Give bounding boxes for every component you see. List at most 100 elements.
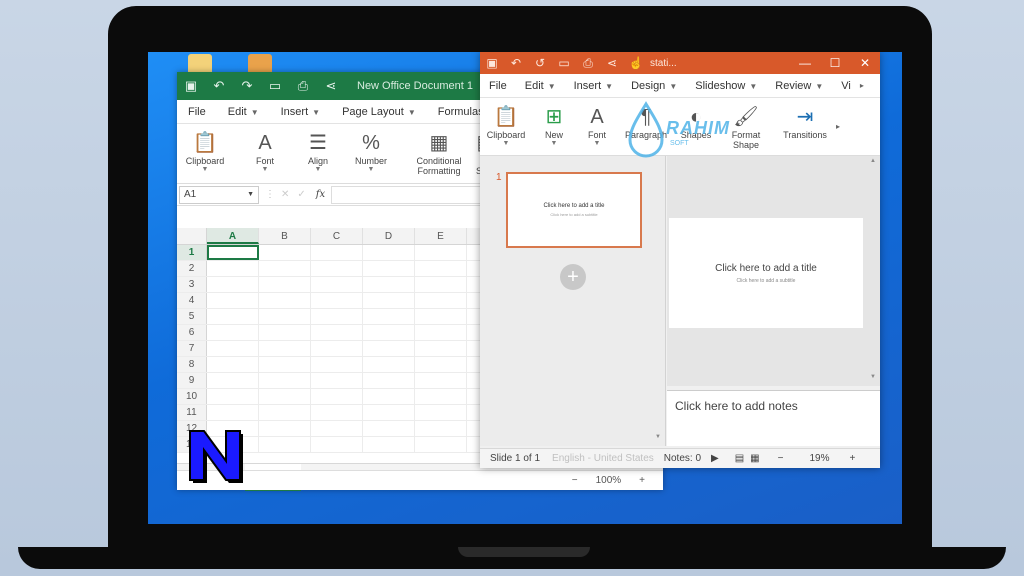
cancel-icon[interactable]: ✕ <box>281 189 289 200</box>
number-button[interactable]: % Number ▼ <box>346 130 396 173</box>
save-icon[interactable]: ▣ <box>480 52 504 74</box>
grid-cell[interactable] <box>415 277 467 292</box>
grid-cell[interactable] <box>415 357 467 372</box>
grid-cell[interactable] <box>259 309 311 324</box>
grid-cell[interactable] <box>363 277 415 292</box>
slide-title-placeholder[interactable]: Click here to add a title <box>715 263 817 274</box>
print-icon[interactable]: ⎙ <box>576 52 600 74</box>
row-header[interactable]: 1 <box>177 245 207 260</box>
grid-cell[interactable] <box>363 421 415 436</box>
menu-insert[interactable]: Insert ▼ <box>565 80 622 92</box>
grid-cell[interactable] <box>415 293 467 308</box>
grid-cell[interactable] <box>415 437 467 452</box>
menu-file[interactable]: File <box>177 106 217 118</box>
grid-cell[interactable] <box>363 341 415 356</box>
scroll-down-icon[interactable]: ▼ <box>870 374 878 380</box>
maximize-button[interactable]: ☐ <box>820 56 850 70</box>
grid-cell[interactable] <box>207 277 259 292</box>
grid-cell[interactable] <box>415 245 467 260</box>
ribbon-scroll-right-icon[interactable]: ▸ <box>836 122 840 131</box>
row-header[interactable]: 7 <box>177 341 207 356</box>
slide-canvas[interactable]: Click here to add a title Click here to … <box>669 218 863 328</box>
new-document-icon[interactable]: ▭ <box>261 72 289 100</box>
close-button[interactable]: ✕ <box>850 56 880 70</box>
pointer-icon[interactable]: ☝ <box>624 52 648 74</box>
grid-cell[interactable] <box>363 293 415 308</box>
menu-page-layout[interactable]: Page Layout ▼ <box>331 106 427 118</box>
grid-cell[interactable] <box>311 341 363 356</box>
grid-cell[interactable] <box>363 405 415 420</box>
grid-cell[interactable] <box>363 373 415 388</box>
new-document-icon[interactable]: ▭ <box>552 52 576 74</box>
grid-cell[interactable] <box>207 405 259 420</box>
undo-icon[interactable]: ↶ <box>205 72 233 100</box>
menu-edit[interactable]: Edit ▼ <box>516 80 565 92</box>
menu-edit[interactable]: Edit ▼ <box>217 106 270 118</box>
grid-cell[interactable] <box>311 293 363 308</box>
minimize-button[interactable]: — <box>790 56 820 70</box>
grid-cell[interactable] <box>415 405 467 420</box>
scroll-up-icon[interactable]: ▲ <box>870 158 878 164</box>
row-header[interactable]: 11 <box>177 405 207 420</box>
redo-icon[interactable]: ↷ <box>233 72 261 100</box>
clipboard-button[interactable]: 📋 Clipboard ▼ <box>486 104 526 147</box>
slide-subtitle-placeholder[interactable]: Click here to add a subtitle <box>737 278 796 284</box>
grid-cell[interactable] <box>311 389 363 404</box>
grid-cell[interactable] <box>311 245 363 260</box>
undo-icon[interactable]: ↶ <box>504 52 528 74</box>
menu-design[interactable]: Design ▼ <box>622 80 686 92</box>
grid-cell[interactable] <box>415 389 467 404</box>
fx-icon[interactable]: fx <box>316 189 325 200</box>
row-header[interactable]: 3 <box>177 277 207 292</box>
menu-view[interactable]: Vi <box>832 80 860 92</box>
grid-cell[interactable] <box>311 309 363 324</box>
grid-cell[interactable] <box>259 261 311 276</box>
grid-cell[interactable] <box>259 325 311 340</box>
row-header[interactable]: 2 <box>177 261 207 276</box>
align-button[interactable]: ☰ Align ▼ <box>294 130 342 173</box>
zoom-out-button[interactable]: − <box>572 475 578 486</box>
font-button[interactable]: A Font ▼ <box>241 130 289 173</box>
grid-cell[interactable] <box>311 325 363 340</box>
grid-cell[interactable] <box>415 309 467 324</box>
grid-cell[interactable] <box>363 389 415 404</box>
row-header[interactable]: 9 <box>177 373 207 388</box>
grid-cell[interactable] <box>311 421 363 436</box>
confirm-icon[interactable]: ✓ <box>297 189 305 200</box>
add-slide-button[interactable]: + <box>560 264 586 290</box>
print-icon[interactable]: ⎙ <box>289 72 317 100</box>
column-header[interactable]: A <box>207 228 259 244</box>
name-box[interactable]: A1 ▼ <box>179 185 259 204</box>
column-header[interactable]: C <box>311 228 363 244</box>
grid-cell[interactable] <box>363 437 415 452</box>
grid-cell[interactable] <box>259 437 311 452</box>
menu-insert[interactable]: Insert ▼ <box>270 106 331 118</box>
row-header[interactable]: 8 <box>177 357 207 372</box>
grid-cell[interactable] <box>311 405 363 420</box>
zoom-in-button[interactable]: + <box>849 453 855 464</box>
grid-cell[interactable] <box>259 421 311 436</box>
scroll-down-icon[interactable]: ▼ <box>655 434 663 440</box>
save-icon[interactable]: ▣ <box>177 72 205 100</box>
grid-cell[interactable] <box>311 357 363 372</box>
slide-thumbnail[interactable]: Click here to add a title Click here to … <box>506 172 642 248</box>
grid-cell[interactable] <box>207 325 259 340</box>
new-slide-button[interactable]: ⊞ New ▼ <box>538 104 570 147</box>
grid-cell[interactable] <box>207 309 259 324</box>
grid-cell[interactable] <box>259 277 311 292</box>
conditional-formatting-button[interactable]: ▦ Conditional Formatting <box>408 130 470 176</box>
row-header[interactable]: 6 <box>177 325 207 340</box>
grid-cell[interactable] <box>415 341 467 356</box>
grid-cell[interactable] <box>311 373 363 388</box>
grid-cell[interactable] <box>207 261 259 276</box>
grid-cell[interactable] <box>207 389 259 404</box>
sorter-view-icon[interactable]: ▦ <box>750 453 759 464</box>
zoom-in-button[interactable]: + <box>639 475 645 486</box>
selected-cell[interactable] <box>207 245 259 260</box>
column-header[interactable]: B <box>259 228 311 244</box>
grid-cell[interactable] <box>207 341 259 356</box>
grid-cell[interactable] <box>415 325 467 340</box>
notes-pane[interactable]: Click here to add notes <box>667 390 880 446</box>
grid-cell[interactable] <box>259 341 311 356</box>
menu-file[interactable]: File <box>480 80 516 92</box>
